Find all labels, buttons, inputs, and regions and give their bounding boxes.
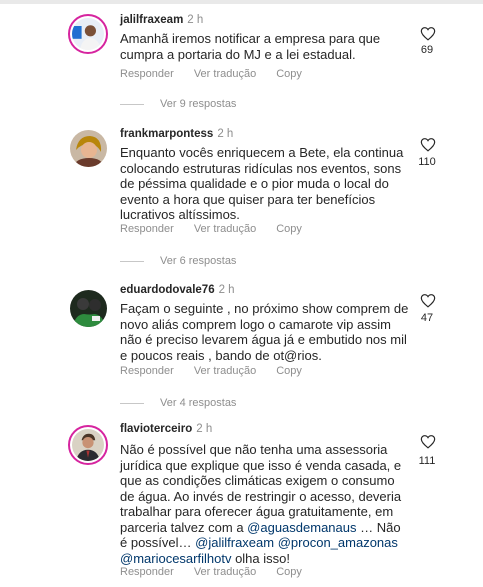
like-count: 69 [420,44,434,56]
comment-text: Enquanto vocês enriquecem a Bete, ela co… [120,145,404,222]
reply-button[interactable]: Responder [120,365,174,377]
comment-text-segment: olha isso! [231,550,290,566]
view-replies-button[interactable]: Ver 9 respostas [120,98,236,110]
reply-button[interactable]: Responder [120,68,174,80]
user-avatar-icon [70,130,107,167]
heart-outline-icon [420,27,436,41]
translate-button[interactable]: Ver tradução [194,68,256,80]
copy-button[interactable]: Copy [276,566,302,578]
comment-time: 2 h [217,128,234,140]
heart-outline-icon [420,435,436,449]
avatar[interactable] [68,425,108,465]
user-avatar-icon [70,290,107,327]
like-button[interactable] [419,26,437,41]
translate-button[interactable]: Ver tradução [194,223,256,235]
like-count: 110 [418,156,436,168]
copy-button[interactable]: Copy [276,223,302,235]
comment-actions: Responder Ver tradução Copy [120,566,322,578]
comment-username[interactable]: frankmarpontess 2 h [120,128,233,140]
comment-text: Façam o seguinte , no próximo show compr… [120,301,409,363]
view-replies-button[interactable]: Ver 4 respostas [120,397,236,409]
comment-text: Não é possível que não tenha uma assesso… [120,442,410,566]
like-count: 47 [420,312,434,324]
mention-link[interactable]: @procon_amazonas [278,535,398,550]
comment-username[interactable]: jalilfraxeam 2 h [120,14,203,26]
comment-actions: Responder Ver tradução Copy [120,365,322,377]
translate-button[interactable]: Ver tradução [194,566,256,578]
heart-outline-icon [420,294,436,308]
replies-divider [120,260,144,262]
comment-time: 2 h [196,423,213,435]
user-avatar-icon [72,429,104,461]
reply-button[interactable]: Responder [120,223,174,235]
like-button[interactable] [419,434,437,449]
comment-time: 2 h [187,14,204,26]
avatar[interactable] [68,14,108,54]
view-replies-label: Ver 6 respostas [160,255,237,267]
view-replies-label: Ver 4 respostas [160,397,237,409]
copy-button[interactable]: Copy [276,68,302,80]
user-avatar-icon [72,18,104,50]
copy-button[interactable]: Copy [276,365,302,377]
translate-button[interactable]: Ver tradução [194,365,256,377]
reply-button[interactable]: Responder [120,566,174,578]
replies-divider [120,402,144,404]
mention-link[interactable]: @mariocesarfilhotv [120,551,231,566]
like-count: 111 [418,455,436,467]
view-replies-button[interactable]: Ver 6 respostas [120,255,236,267]
comment-username[interactable]: flavioterceiro 2 h [120,423,212,435]
top-divider [0,0,483,4]
like-button[interactable] [419,293,437,308]
comment-actions: Responder Ver tradução Copy [120,68,322,80]
view-replies-label: Ver 9 respostas [160,98,237,110]
comment-username[interactable]: eduardodovale76 2 h [120,284,235,296]
avatar[interactable] [70,130,107,167]
comment-text: Amanhã iremos notificar a empresa para q… [120,31,381,62]
avatar[interactable] [70,290,107,327]
mention-link[interactable]: @jalilfraxeam [195,535,274,550]
like-button[interactable] [419,137,437,152]
replies-divider [120,103,144,105]
heart-outline-icon [420,138,436,152]
comment-time: 2 h [218,284,235,296]
comment-actions: Responder Ver tradução Copy [120,223,322,235]
mention-link[interactable]: @aguasdemanaus [247,520,356,535]
